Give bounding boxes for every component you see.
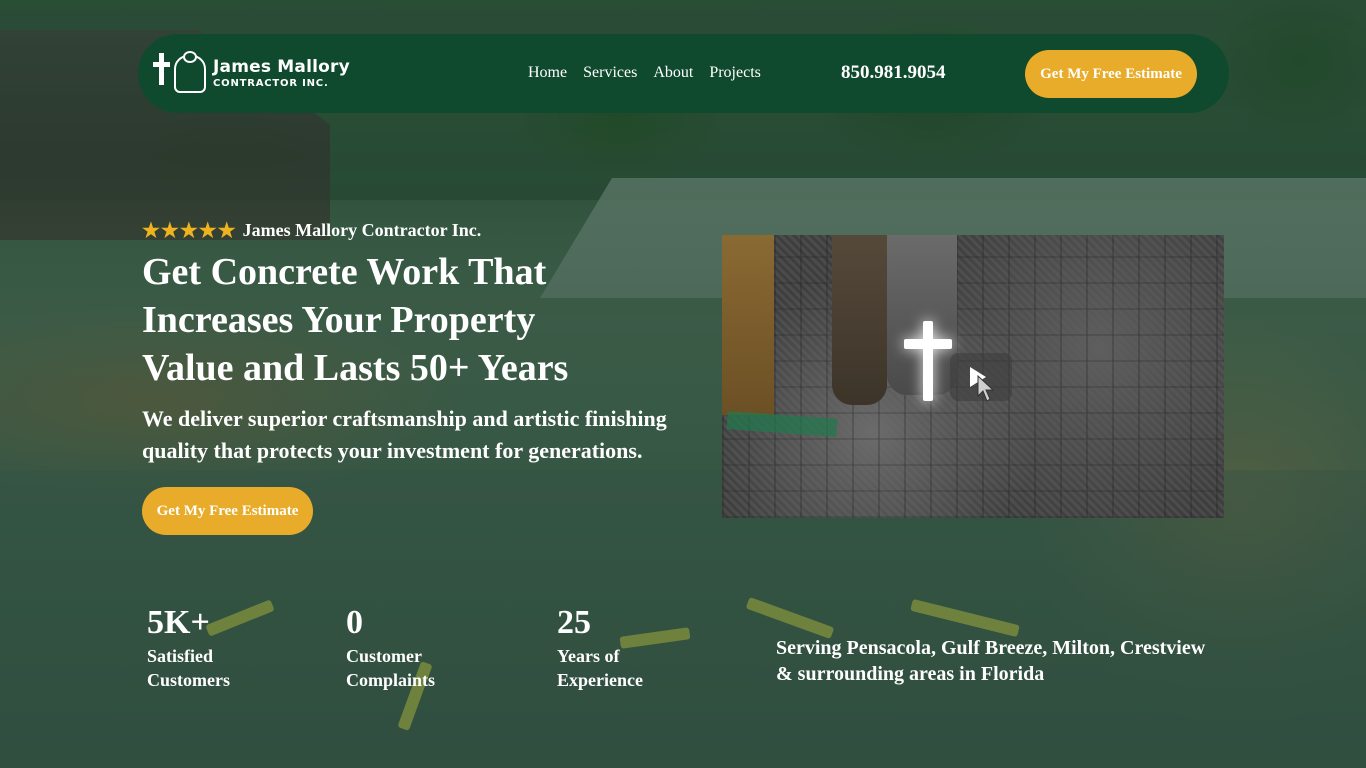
rating-row: ★★★★★ James Mallory Contractor Inc. [142, 218, 481, 243]
nav-link-home[interactable]: Home [528, 64, 567, 82]
video-worker-leg [887, 235, 957, 395]
mouse-cursor-icon [977, 374, 995, 402]
stat-value: 0 [346, 604, 363, 641]
stat-label-line: Years of [557, 646, 620, 666]
hero-free-estimate-button[interactable]: Get My Free Estimate [142, 487, 313, 535]
stat-label: Customer Complaints [346, 644, 506, 692]
stat-label-line: Complaints [346, 670, 436, 690]
hero-video-player[interactable] [722, 235, 1224, 518]
logo-name: James Mallory [213, 57, 350, 77]
stat-customer-complaints: 0 Customer Complaints [346, 604, 506, 692]
subhead-line: quality that protects your investment fo… [142, 438, 643, 463]
stat-label: Satisfied Customers [147, 644, 307, 692]
logo-subtitle: CONTRACTOR INC. [213, 78, 329, 89]
nav-link-projects[interactable]: Projects [709, 64, 761, 82]
service-area-text: Serving Pensacola, Gulf Breeze, Milton, … [776, 635, 1226, 687]
main-navbar: James Mallory CONTRACTOR INC. Home Servi… [138, 34, 1229, 113]
stat-label-line: Experience [557, 670, 643, 690]
video-boot [722, 235, 774, 415]
nav-link-about[interactable]: About [653, 64, 693, 82]
headline-line: Get Concrete Work That [142, 251, 547, 293]
headline-line: Increases Your Property [142, 299, 536, 341]
nav-free-estimate-button[interactable]: Get My Free Estimate [1025, 50, 1197, 98]
stat-label-line: Customer [346, 646, 422, 666]
headline-line: Value and Lasts 50+ Years [142, 347, 569, 389]
video-worker-leg [832, 235, 887, 405]
five-star-rating-icon: ★★★★★ [142, 220, 237, 242]
hero-subheadline: We deliver superior craftsmanship and ar… [142, 403, 712, 467]
rating-company-name: James Mallory Contractor Inc. [242, 220, 482, 240]
service-area-line: Serving Pensacola, Gulf Breeze, Milton, … [776, 637, 1206, 659]
stat-value: 25 [557, 604, 591, 641]
stat-label: Years of Experience [557, 644, 717, 692]
stat-value: 5K+ [147, 604, 210, 641]
stat-years-experience: 25 Years of Experience [557, 604, 717, 692]
stat-satisfied-customers: 5K+ Satisfied Customers [147, 604, 307, 692]
logo-cross-worker-icon [152, 51, 208, 97]
brand-logo[interactable]: James Mallory CONTRACTOR INC. [152, 51, 350, 97]
subhead-line: We deliver superior craftsmanship and ar… [142, 406, 667, 431]
hero-headline: Get Concrete Work That Increases Your Pr… [142, 248, 702, 392]
logo-text: James Mallory CONTRACTOR INC. [213, 59, 350, 89]
nav-link-services[interactable]: Services [583, 64, 637, 82]
service-area-line: & surrounding areas in Florida [776, 663, 1045, 685]
stat-label-line: Customers [147, 670, 230, 690]
stat-label-line: Satisfied [147, 646, 214, 666]
video-cross-icon [904, 339, 952, 349]
phone-number-link[interactable]: 850.981.9054 [841, 62, 946, 84]
video-cross-icon [923, 321, 933, 401]
nav-links: Home Services About Projects [528, 64, 761, 82]
